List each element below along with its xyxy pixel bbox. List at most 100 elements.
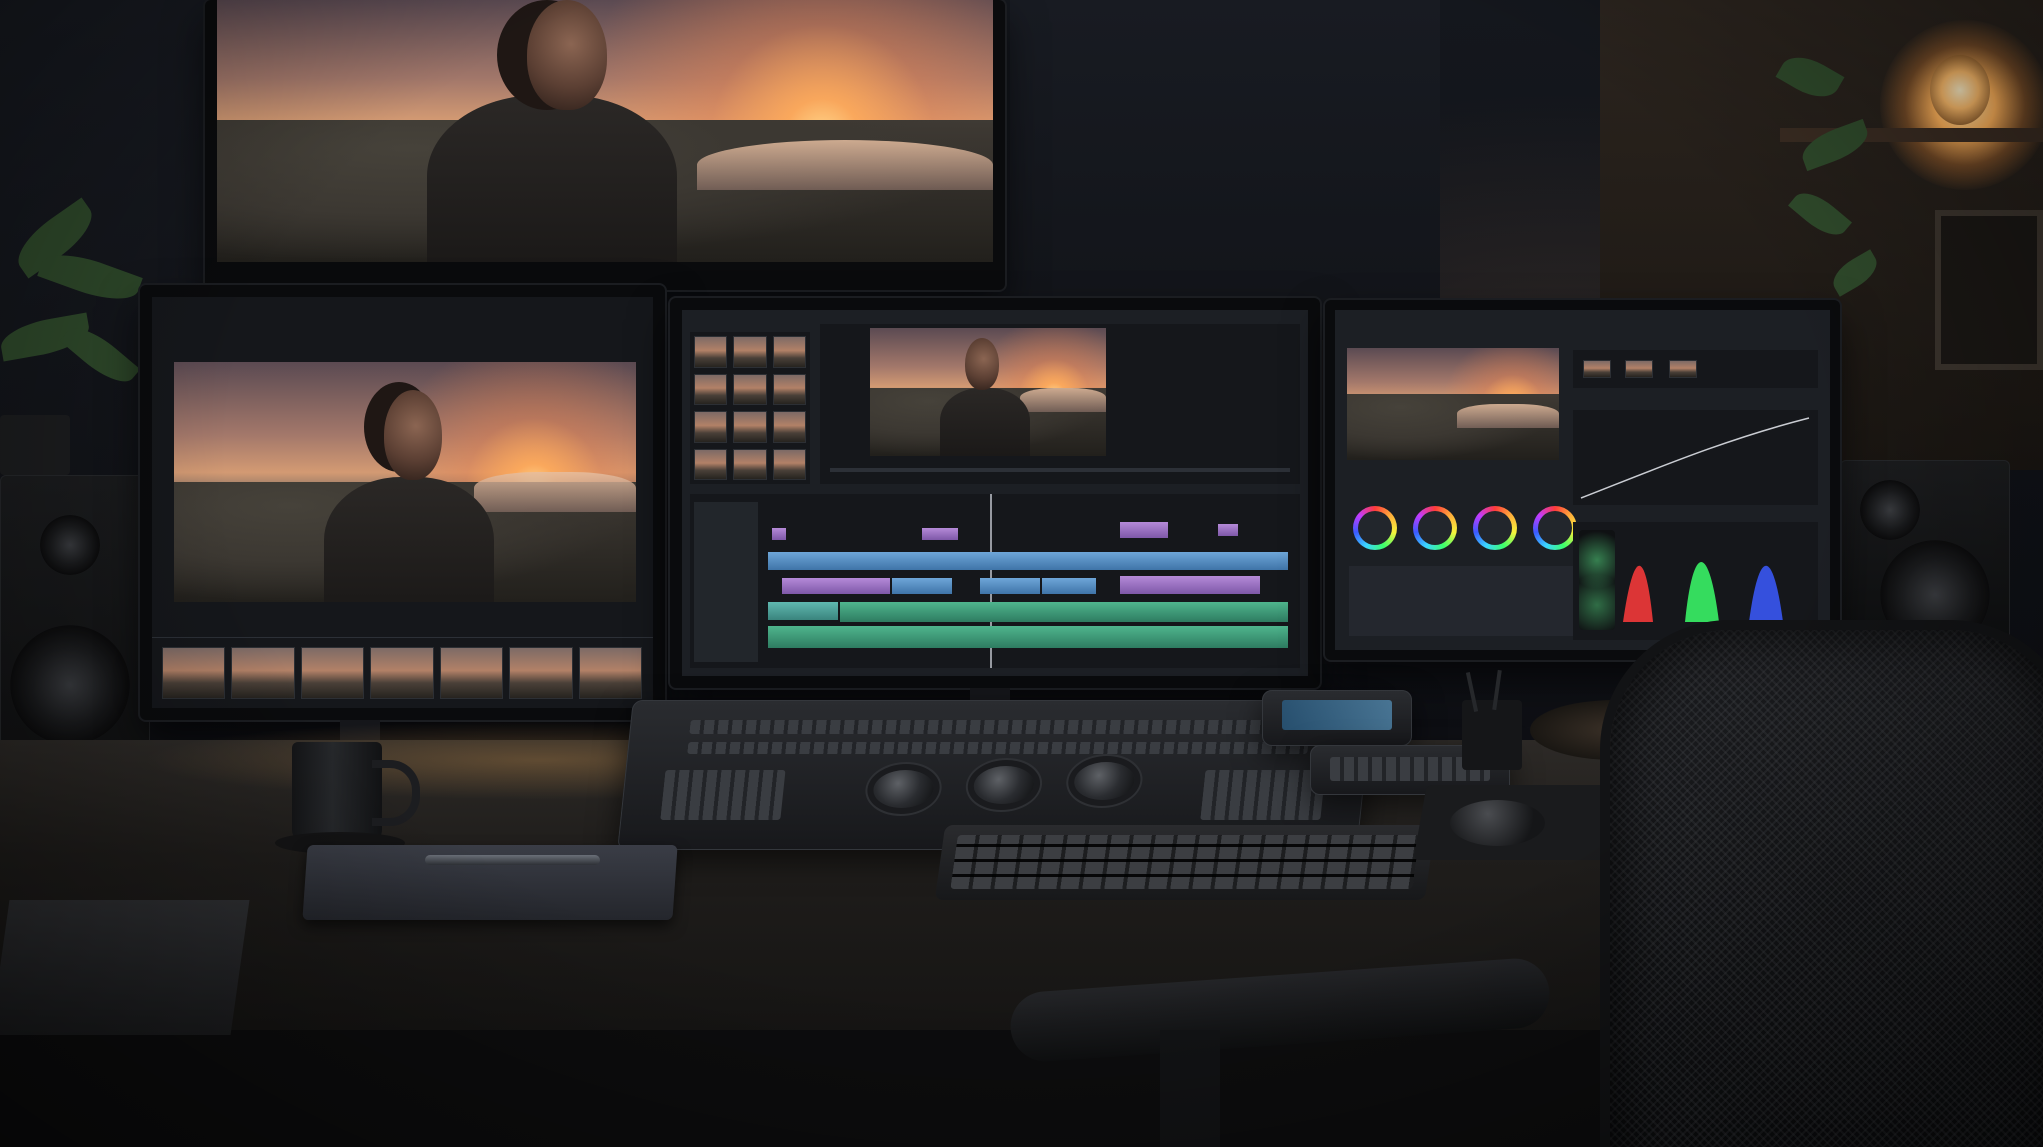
node-editor: [1573, 350, 1818, 388]
timeline-clip-video[interactable]: [782, 578, 890, 594]
reference-display: [205, 0, 1005, 290]
office-chair: [1610, 630, 2043, 1147]
media-pool: [690, 332, 810, 484]
speaker-icon: [1840, 460, 2010, 650]
vectorscope: [1579, 530, 1615, 630]
program-viewer-image: [870, 328, 1106, 456]
color-node[interactable]: [1669, 360, 1697, 378]
notebook-pen: [425, 855, 600, 865]
pen-cup: [1462, 700, 1522, 770]
trackball-icon[interactable]: [971, 766, 1036, 804]
chair-support: [1160, 1030, 1220, 1147]
left-monitor-screen: [152, 297, 653, 708]
mouse-icon[interactable]: [1450, 800, 1545, 846]
speaker-woofer: [10, 625, 130, 745]
timeline-track-headers: [694, 502, 758, 662]
timeline-clip-audio[interactable]: [768, 626, 1288, 648]
color-wheel-center: [1358, 511, 1392, 545]
filmstrip-thumbnail[interactable]: [370, 647, 434, 699]
filmstrip-thumbnail[interactable]: [162, 647, 226, 699]
media-pool-clip[interactable]: [733, 373, 767, 405]
speaker-tweeter: [40, 515, 100, 575]
media-pool-clip[interactable]: [772, 336, 806, 368]
wall-frame: [1935, 210, 2043, 370]
image-person-face: [384, 390, 442, 480]
image-lake: [1457, 404, 1559, 428]
timeline-clip-video[interactable]: [1218, 524, 1238, 536]
image-person: [324, 477, 494, 602]
image-person-face: [527, 0, 607, 110]
color-wheel-gain[interactable]: [1473, 506, 1517, 550]
color-wheel-center: [1478, 511, 1512, 545]
center-monitor: [670, 298, 1320, 688]
image-person: [940, 388, 1030, 456]
timeline-clip-video[interactable]: [1120, 576, 1260, 594]
color-node[interactable]: [1583, 360, 1611, 378]
filmstrip-thumbnail[interactable]: [509, 647, 573, 699]
mug-icon: [292, 742, 382, 842]
timeline-clip-video[interactable]: [980, 578, 1040, 594]
trackball-icon[interactable]: [1072, 762, 1137, 800]
timeline-clip-video[interactable]: [922, 528, 958, 540]
media-pool-clip[interactable]: [772, 448, 806, 480]
lamp-base: [1930, 55, 1990, 125]
color-wheel-center: [1418, 511, 1452, 545]
timeline-clip-video[interactable]: [772, 528, 786, 540]
timeline-clip-audio[interactable]: [768, 602, 838, 620]
filmstrip-thumbnail[interactable]: [300, 647, 365, 699]
media-pool-clip[interactable]: [772, 411, 806, 443]
color-wheel-lift[interactable]: [1353, 506, 1397, 550]
keyboard-keys[interactable]: [950, 835, 1420, 889]
image-person: [427, 95, 677, 262]
filmstrip: [162, 647, 642, 699]
image-lake: [1020, 388, 1106, 412]
control-panel-buttons[interactable]: [660, 770, 786, 820]
filmstrip-divider: [152, 637, 653, 638]
color-wheel-center: [1538, 511, 1572, 545]
control-panel-display: [1282, 700, 1392, 730]
image-lake: [474, 472, 636, 512]
media-pool-clip[interactable]: [694, 448, 728, 480]
timeline-clip-video[interactable]: [1042, 578, 1096, 594]
media-pool-clip[interactable]: [694, 373, 728, 405]
filmstrip-thumbnail[interactable]: [578, 647, 642, 699]
timeline-clip-video[interactable]: [892, 578, 952, 594]
transport-bar[interactable]: [830, 468, 1290, 472]
media-pool-clip[interactable]: [733, 448, 767, 480]
media-pool-clip[interactable]: [772, 373, 806, 405]
back-wall-center: [1010, 0, 1440, 340]
editing-suite-scene: [0, 0, 2043, 1147]
program-viewer: [820, 324, 1300, 484]
parade-scope: [1573, 522, 1818, 640]
editor-screen: [682, 310, 1308, 676]
right-monitor: [1325, 300, 1840, 660]
control-panel-buttons[interactable]: [689, 720, 1311, 734]
left-monitor: [140, 285, 665, 720]
wheel-controls: [1349, 566, 1579, 636]
timeline-panel: [690, 494, 1300, 668]
media-pool-clip[interactable]: [733, 336, 767, 368]
plant-pot: [0, 415, 70, 475]
image-lake: [697, 140, 993, 190]
filmstrip-thumbnail[interactable]: [231, 647, 295, 699]
speaker-tweeter: [1860, 480, 1920, 540]
timeline-clip-video[interactable]: [1120, 522, 1168, 538]
color-viewer-image: [1347, 348, 1559, 460]
viewer-image: [174, 362, 636, 602]
color-page-screen: [1335, 310, 1830, 650]
color-wheel-offset[interactable]: [1533, 506, 1577, 550]
media-pool-clip[interactable]: [694, 411, 728, 443]
control-panel-buttons[interactable]: [1200, 770, 1326, 820]
control-panel-buttons[interactable]: [687, 742, 1309, 754]
media-pool-clip[interactable]: [733, 411, 767, 443]
curve-graph[interactable]: [1573, 410, 1818, 505]
reference-display-image: [217, 0, 993, 262]
timeline-clip-video[interactable]: [768, 552, 1288, 570]
filmstrip-thumbnail[interactable]: [439, 647, 504, 699]
trackball-icon[interactable]: [871, 770, 936, 808]
timeline-clip-audio[interactable]: [840, 602, 1288, 622]
image-person-face: [965, 338, 999, 390]
color-node[interactable]: [1625, 360, 1653, 378]
media-pool-clip[interactable]: [694, 336, 728, 368]
color-wheel-gamma[interactable]: [1413, 506, 1457, 550]
